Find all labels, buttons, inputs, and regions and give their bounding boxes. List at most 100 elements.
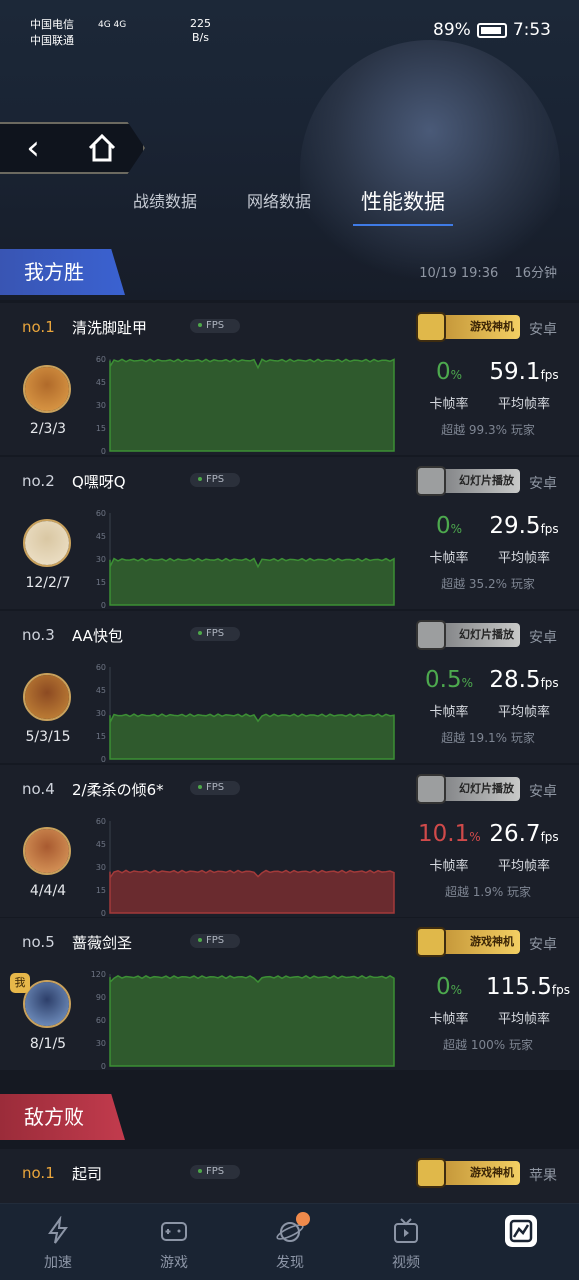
beat-percent: 超越 99.3% 玩家 — [441, 423, 535, 437]
stutter-label: 卡帧率 — [429, 705, 469, 720]
stutter-rate: 10.1% — [418, 821, 481, 847]
hero-avatar[interactable] — [23, 673, 71, 721]
avg-fps: 26.7fps — [489, 821, 559, 847]
badge-label: 幻灯片播放 — [459, 474, 514, 487]
player-rank: no.5 — [22, 933, 55, 951]
player-name: 清洗脚趾甲 — [72, 318, 148, 337]
player-name: 2/柔杀の倾6* — [72, 780, 164, 799]
device-badge: 幻灯片播放 — [416, 620, 520, 650]
y-tick-label: 30 — [96, 863, 106, 872]
avg-fps-label: 平均帧率 — [497, 1012, 550, 1027]
badge-label: 幻灯片播放 — [459, 628, 514, 641]
y-tick-label: 45 — [96, 378, 106, 387]
avg-fps: 28.5fps — [489, 667, 559, 693]
net-speed-unit: B/s — [192, 31, 209, 44]
beat-percent: 超越 100% 玩家 — [443, 1038, 533, 1052]
nav-stats-active-icon[interactable] — [505, 1215, 537, 1247]
fps-area — [109, 975, 395, 1067]
y-tick-label: 60 — [96, 663, 106, 672]
fps-chart: 120 90 60 30 0 — [91, 970, 395, 1070]
badge-label: 幻灯片播放 — [459, 782, 514, 795]
carrier-1: 中国电信 — [30, 18, 74, 31]
platform-label: 安卓 — [529, 476, 557, 492]
player-rank: no.1 — [22, 1164, 55, 1182]
player-name: 起司 — [72, 1164, 103, 1183]
device-badge: 游戏神机 — [416, 927, 520, 957]
back-button[interactable]: ‹ — [14, 128, 52, 168]
y-tick-label: 0 — [101, 909, 106, 917]
fps-area — [109, 713, 395, 760]
player-row[interactable]: no.4 2/柔杀の倾6* FPS 幻灯片播放 安卓 4/4/4 60 45 30 1… — [0, 765, 579, 917]
y-tick-label: 120 — [91, 970, 106, 979]
fps-chart: 60 45 30 15 0 — [96, 509, 395, 609]
avg-fps: 59.1fps — [489, 359, 559, 385]
y-tick-label: 15 — [96, 732, 106, 741]
status-bar: 中国电信 中国联通 4G 4G 225 B/s 89% 7:53 — [0, 0, 579, 60]
nav-games[interactable]: 游戏 — [116, 1204, 232, 1280]
network-type: 4G 4G — [98, 20, 127, 30]
avg-fps: 115.5fps — [486, 974, 570, 1000]
badge-icon — [416, 312, 446, 342]
team-win-banner: 我方胜 — [0, 249, 125, 295]
tab-battle-data[interactable]: 战绩数据 — [133, 180, 197, 228]
device-badge: 幻灯片播放 — [416, 466, 520, 496]
y-tick-label: 30 — [96, 1039, 106, 1048]
beat-percent: 超越 35.2% 玩家 — [441, 577, 535, 591]
stutter-rate: 0% — [435, 974, 463, 1000]
tab-network-data[interactable]: 网络数据 — [247, 180, 311, 228]
me-tag: 我 — [10, 973, 30, 993]
avg-fps-label: 平均帧率 — [497, 859, 550, 874]
player-name: Q嘿呀Q — [72, 472, 126, 491]
y-tick-label: 60 — [96, 355, 106, 364]
y-tick-label: 45 — [96, 532, 106, 541]
tab-performance-data[interactable]: 性能数据 — [361, 180, 445, 228]
player-kda: 5/3/15 — [25, 729, 71, 745]
nav-video[interactable]: 视频 — [348, 1204, 464, 1280]
y-tick-label: 45 — [96, 686, 106, 695]
y-tick-label: 30 — [96, 555, 106, 564]
player-rank: no.4 — [22, 780, 55, 798]
battery-percent: 89% — [433, 20, 471, 40]
match-duration: 16分钟 — [514, 266, 557, 281]
player-row[interactable]: no.2 Q嘿呀Q FPS 幻灯片播放 安卓 12/2/7 60 45 30 15 0 … — [0, 457, 579, 609]
fps-tag: FPS — [190, 319, 240, 333]
platform-label: 安卓 — [529, 937, 557, 953]
player-row[interactable]: no.3 AA快包 FPS 幻灯片播放 安卓 5/3/15 60 45 30 15 0 … — [0, 611, 579, 763]
hero-avatar[interactable] — [23, 519, 71, 567]
fps-tag: FPS — [190, 934, 240, 948]
fps-tag: FPS — [190, 627, 240, 641]
tab-bar: 战绩数据 网络数据 性能数据 — [0, 180, 579, 230]
y-tick-label: 60 — [96, 817, 106, 826]
stutter-rate: 0.5% — [425, 667, 473, 693]
player-rank: no.2 — [22, 472, 55, 490]
nav-discover[interactable]: 发现 — [232, 1204, 348, 1280]
hero-avatar[interactable] — [23, 980, 71, 1028]
fps-tag: FPS — [190, 1165, 240, 1179]
badge-icon — [416, 774, 446, 804]
home-button[interactable] — [84, 130, 120, 166]
player-row[interactable]: no.1 清洗脚趾甲 FPS 游戏神机 安卓 2/3/3 60 45 30 15 0 0… — [0, 303, 579, 455]
player-name: AA快包 — [72, 626, 123, 645]
y-tick-label: 0 — [101, 447, 106, 455]
stutter-label: 卡帧率 — [429, 551, 469, 566]
hero-avatar[interactable] — [23, 365, 71, 413]
player-row[interactable]: no.5 蔷薇剑圣 FPS 游戏神机 安卓 我 8/1/5 120 90 60 30 0… — [0, 918, 579, 1070]
y-tick-label: 90 — [96, 993, 106, 1002]
platform-label: 安卓 — [529, 322, 557, 338]
player-kda: 12/2/7 — [25, 575, 71, 591]
enemy-player-row[interactable]: no.1 起司 FPS 游戏神机 苹果 — [0, 1149, 579, 1205]
y-tick-label: 15 — [96, 578, 106, 587]
stutter-rate: 0% — [435, 359, 463, 385]
lightning-icon — [48, 1216, 68, 1244]
nav-label: 发现 — [276, 1255, 304, 1271]
notification-dot — [296, 1212, 310, 1226]
team-lose-banner: 敌方败 — [0, 1094, 125, 1140]
y-tick-label: 60 — [96, 1016, 106, 1025]
gamepad-icon — [161, 1222, 187, 1241]
y-tick-label: 0 — [101, 755, 106, 763]
hero-avatar[interactable] — [23, 827, 71, 875]
nav-accelerate[interactable]: 加速 — [0, 1204, 116, 1280]
fps-chart: 60 45 30 15 0 — [96, 817, 395, 917]
stutter-label: 卡帧率 — [429, 1012, 469, 1027]
device-badge: 幻灯片播放 — [416, 774, 520, 804]
